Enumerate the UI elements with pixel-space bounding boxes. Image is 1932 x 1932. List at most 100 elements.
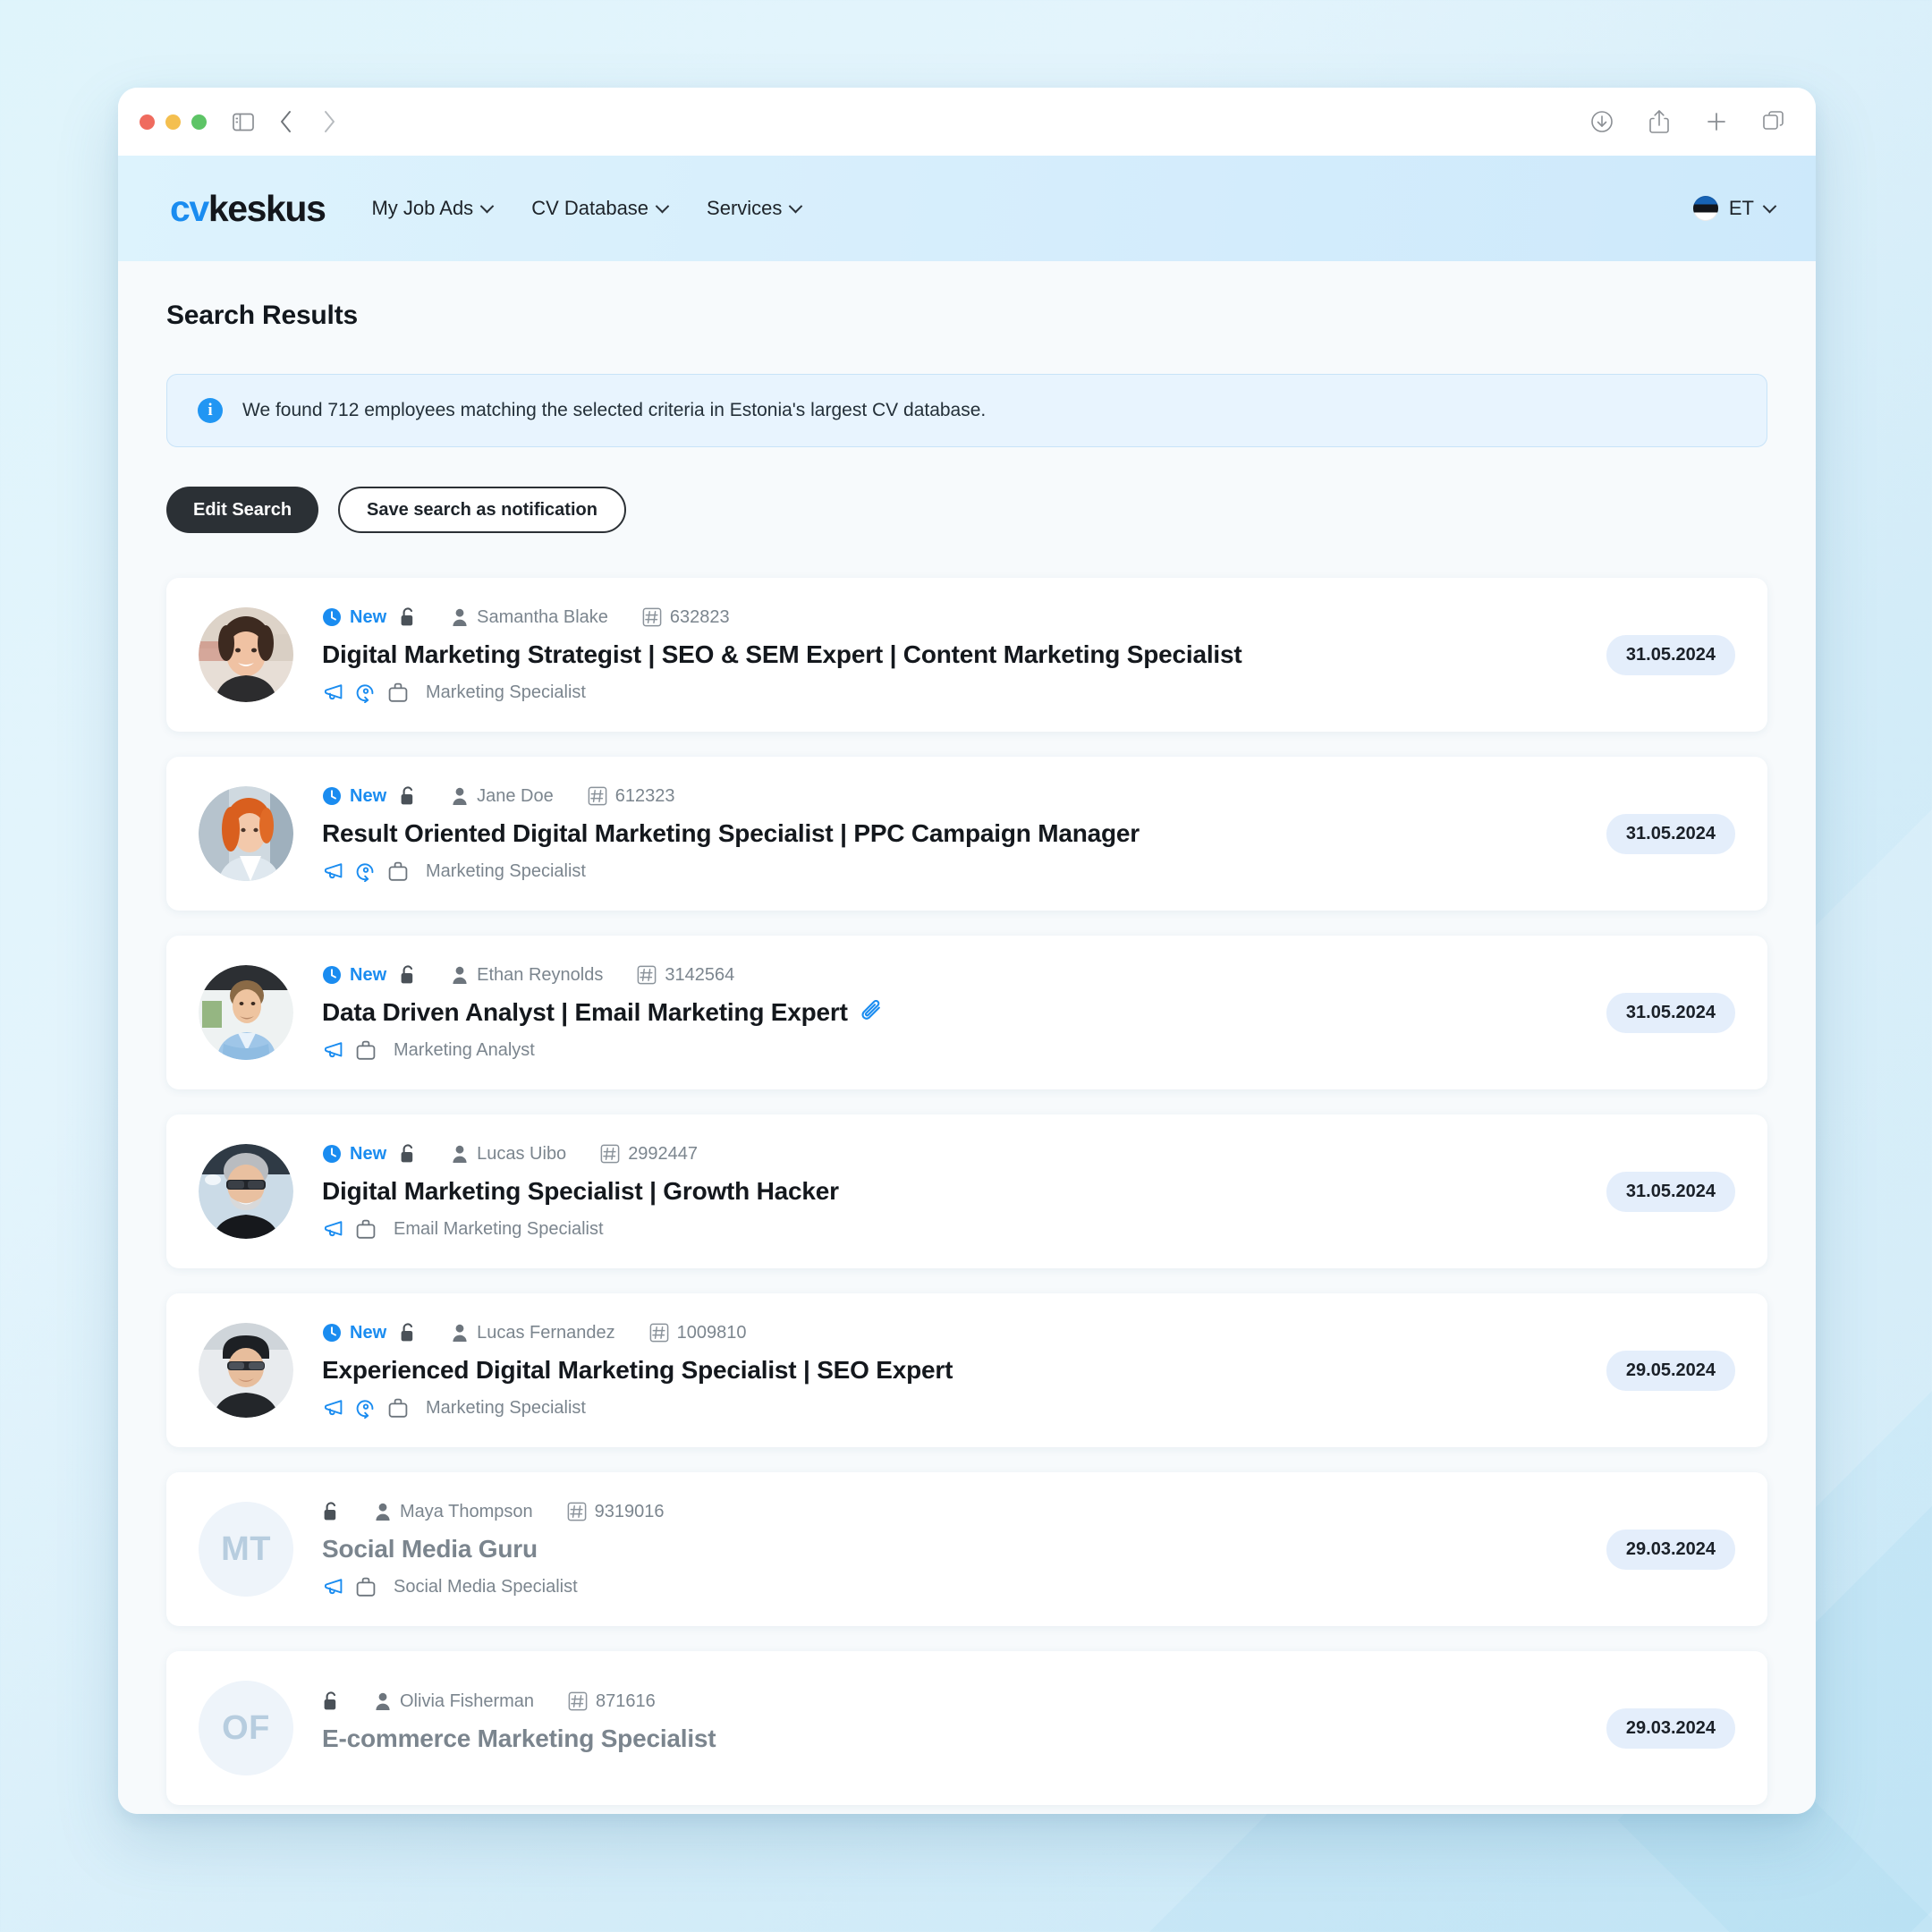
result-title-text: Digital Marketing Strategist | SEO & SEM… [322, 640, 1242, 668]
hash-icon [600, 1144, 620, 1164]
result-title[interactable]: E-commerce Marketing Specialist [322, 1724, 1581, 1753]
person-icon [374, 1502, 392, 1521]
person-icon [451, 1144, 469, 1164]
clock-icon [322, 965, 342, 985]
result-title[interactable]: Digital Marketing Strategist | SEO & SEM… [322, 640, 1581, 669]
unlock-icon [399, 964, 417, 986]
paperclip-icon[interactable] [860, 1000, 884, 1025]
person-icon [451, 786, 469, 806]
unlock-icon [399, 785, 417, 807]
nav-item-cv-database[interactable]: CV Database [531, 197, 670, 220]
forward-icon[interactable] [314, 106, 344, 137]
site-logo[interactable]: cvkeskus [170, 187, 326, 230]
result-date-badge: 31.05.2024 [1606, 1171, 1735, 1212]
back-icon[interactable] [271, 106, 301, 137]
unlock-icon [322, 1690, 340, 1712]
result-meta: New Lucas Fernandez 1009810 [322, 1322, 1581, 1343]
avatar: MT [199, 1502, 293, 1597]
result-card[interactable]: New Lucas Fernandez 1009810 Experienced … [166, 1293, 1767, 1447]
new-tab-icon[interactable] [1701, 106, 1732, 137]
briefcase-icon [356, 1576, 376, 1597]
logo-cv: cv [170, 187, 209, 229]
result-details: New Lucas Fernandez 1009810 Experienced … [322, 1322, 1581, 1419]
new-badge: New [322, 1323, 386, 1343]
candidate-id: 612323 [588, 786, 675, 807]
result-meta: New Ethan Reynolds 3142564 [322, 964, 1581, 986]
result-card[interactable]: New Ethan Reynolds 3142564 Data Driven A… [166, 936, 1767, 1089]
chevron-down-icon [479, 199, 495, 213]
result-title[interactable]: Experienced Digital Marketing Specialist… [322, 1356, 1581, 1385]
unlock-icon [399, 1143, 417, 1165]
candidate-owner-name: Samantha Blake [477, 606, 608, 627]
megaphone-icon [322, 682, 343, 702]
result-details: New Samantha Blake 632823 Digital Market… [322, 606, 1581, 703]
edit-search-button[interactable]: Edit Search [166, 487, 319, 533]
hash-icon [649, 1323, 669, 1343]
new-badge-label: New [350, 785, 387, 806]
briefcase-icon [388, 682, 408, 703]
result-role: Email Marketing Specialist [394, 1218, 604, 1239]
result-date-badge: 29.03.2024 [1606, 1707, 1735, 1749]
result-date-badge: 31.05.2024 [1606, 992, 1735, 1033]
tabs-icon[interactable] [1758, 106, 1789, 137]
candidate-owner-name: Lucas Fernandez [477, 1322, 615, 1343]
result-role: Marketing Specialist [426, 682, 586, 702]
site-header: cvkeskus My Job Ads CV Database Services… [118, 156, 1816, 261]
close-window-button[interactable] [140, 114, 155, 130]
clock-icon [322, 1323, 342, 1343]
share-icon[interactable] [1644, 106, 1674, 137]
language-selector[interactable]: ET [1692, 196, 1777, 221]
result-tags: Marketing Specialist [322, 860, 1581, 882]
nav-item-my-job-ads[interactable]: My Job Ads [371, 197, 495, 220]
result-details: New Lucas Uibo 2992447 Digital Marketing… [322, 1143, 1581, 1240]
person-icon [451, 965, 469, 985]
megaphone-icon [322, 1040, 343, 1060]
download-icon[interactable] [1587, 106, 1617, 137]
maximize-window-button[interactable] [191, 114, 207, 130]
result-tags: Marketing Specialist [322, 1397, 1581, 1419]
logo-keskus: keskus [208, 187, 326, 229]
megaphone-icon [322, 1577, 343, 1597]
briefcase-icon [356, 1218, 376, 1240]
result-card[interactable]: New Lucas Uibo 2992447 Digital Marketing… [166, 1114, 1767, 1268]
candidate-owner: Lucas Fernandez [451, 1323, 615, 1343]
candidate-id: 9319016 [567, 1502, 664, 1522]
result-title-text: Social Media Guru [322, 1535, 538, 1563]
nav-item-services[interactable]: Services [707, 197, 803, 220]
candidate-owner-name: Lucas Uibo [477, 1143, 567, 1164]
candidate-owner: Ethan Reynolds [451, 965, 603, 986]
candidate-owner-name: Maya Thompson [400, 1501, 533, 1521]
new-badge: New [322, 786, 386, 807]
traffic-lights [140, 114, 207, 130]
unlock-icon [399, 1322, 417, 1343]
page-content: Search Results i We found 712 employees … [118, 261, 1816, 1814]
avatar [199, 965, 293, 1060]
candidate-id-value: 2992447 [628, 1143, 699, 1164]
estonia-flag-icon [1692, 196, 1718, 221]
briefcase-icon [388, 860, 408, 882]
result-title[interactable]: Result Oriented Digital Marketing Specia… [322, 819, 1581, 848]
result-card[interactable]: OF Olivia Fisherman 871616 E-commerce Ma… [166, 1651, 1767, 1805]
result-title[interactable]: Digital Marketing Specialist | Growth Ha… [322, 1177, 1581, 1206]
avatar: OF [199, 1681, 293, 1775]
result-meta: Maya Thompson 9319016 [322, 1501, 1581, 1522]
result-title[interactable]: Data Driven Analyst | Email Marketing Ex… [322, 998, 1581, 1027]
hash-icon [588, 786, 607, 806]
megaphone-icon [322, 1398, 343, 1418]
unlock-icon [322, 1501, 340, 1522]
result-card[interactable]: MT Maya Thompson 9319016 Social Media Gu… [166, 1472, 1767, 1626]
minimize-window-button[interactable] [165, 114, 181, 130]
result-card[interactable]: New Jane Doe 612323 Result Oriented Digi… [166, 757, 1767, 911]
result-tags: Email Marketing Specialist [322, 1218, 1581, 1240]
clock-icon [322, 786, 342, 806]
result-card[interactable]: New Samantha Blake 632823 Digital Market… [166, 578, 1767, 732]
result-title-text: Experienced Digital Marketing Specialist… [322, 1356, 953, 1384]
sidebar-icon[interactable] [228, 106, 258, 137]
result-tags: Marketing Analyst [322, 1039, 1581, 1061]
candidate-id: 3142564 [637, 965, 734, 986]
candidate-owner: Jane Doe [451, 786, 554, 807]
save-search-notification-button[interactable]: Save search as notification [338, 487, 626, 533]
result-title-text: Result Oriented Digital Marketing Specia… [322, 819, 1140, 847]
result-title-text: Digital Marketing Specialist | Growth Ha… [322, 1177, 839, 1205]
result-title[interactable]: Social Media Guru [322, 1535, 1581, 1563]
